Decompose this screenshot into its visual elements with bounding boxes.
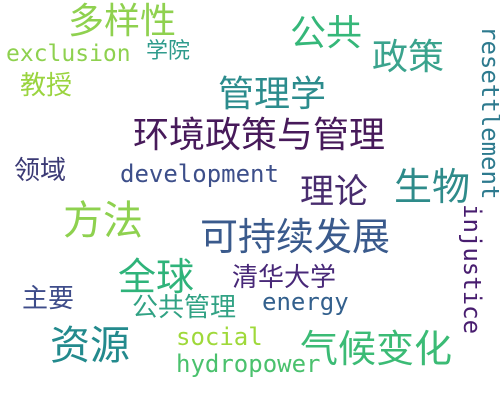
word-energy: energy <box>262 288 349 316</box>
word-zhengce: 政策 <box>372 37 445 78</box>
word-cloud: 多样性 公共 政策 exclusion 学院 教授 管理学 环境政策与管理 领域… <box>0 0 500 400</box>
word-qihou-bianhua: 气候变化 <box>300 327 453 371</box>
word-xueyuan: 学院 <box>146 39 191 64</box>
word-zhuyao: 主要 <box>22 284 75 314</box>
word-lingyu: 领域 <box>14 156 67 186</box>
word-gonggong: 公共 <box>290 13 363 54</box>
word-kechixu-fazhan: 可持续发展 <box>200 215 391 259</box>
word-duoyangxing: 多样性 <box>68 1 177 42</box>
word-huanjing-zhengce-guanli: 环境政策与管理 <box>133 115 386 156</box>
word-ziyuan: 资源 <box>50 323 130 369</box>
word-jiaoshou: 教授 <box>20 71 73 101</box>
word-lilun: 理论 <box>300 172 368 212</box>
word-quanqiu: 全球 <box>118 255 195 299</box>
word-social: social <box>176 323 263 351</box>
word-injustice: injustice <box>458 204 486 335</box>
word-guanlixue: 管理学 <box>218 74 327 115</box>
word-development: development <box>120 160 279 188</box>
word-shengwu: 生物 <box>394 165 471 209</box>
word-resettlement: resettlement <box>476 26 500 200</box>
word-hydropower: hydropower <box>176 350 321 378</box>
word-exclusion: exclusion <box>6 41 131 67</box>
word-fangfa: 方法 <box>63 198 143 244</box>
word-gonggong-guanli: 公共管理 <box>132 293 237 323</box>
